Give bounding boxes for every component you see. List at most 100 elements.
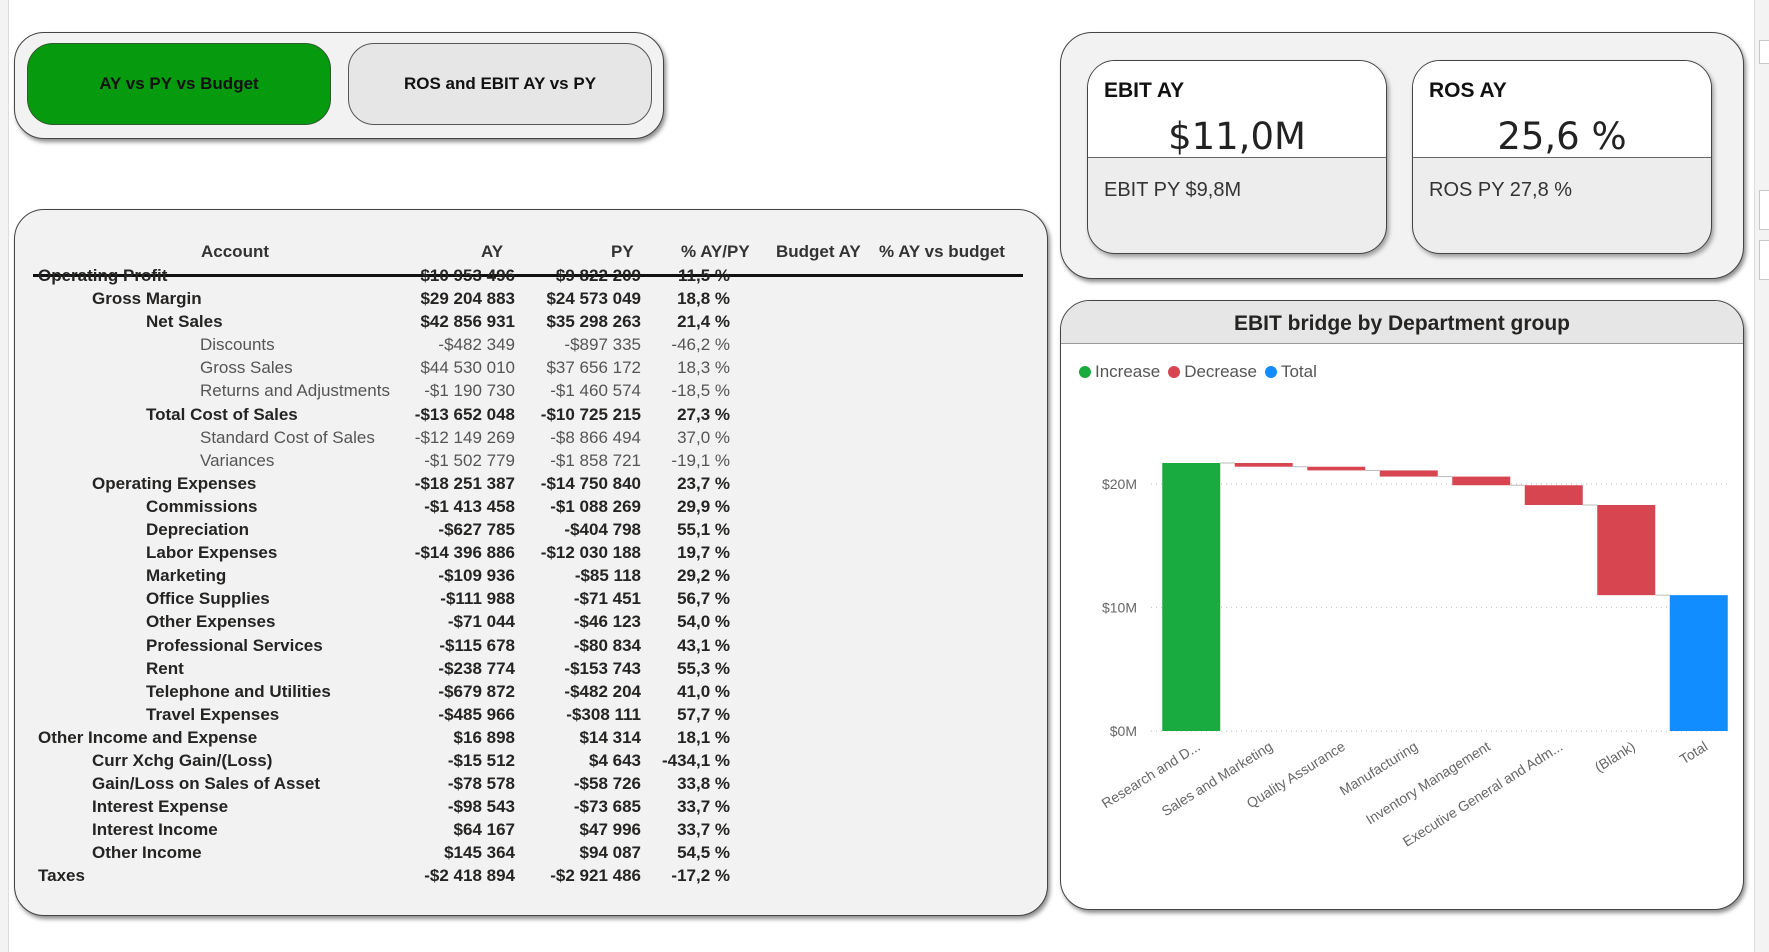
page-navigator: AY vs PY vs Budget ROS and EBIT AY vs PY: [14, 32, 664, 139]
waterfall-bar[interactable]: [1524, 485, 1583, 505]
cell-pct-ay-py: 54,0 %: [677, 612, 730, 632]
cell-pct-ay-py: 33,7 %: [677, 820, 730, 840]
nav-button-ros-ebit[interactable]: ROS and EBIT AY vs PY: [348, 43, 652, 125]
cell-account: Operating Profit: [38, 266, 168, 285]
table-row[interactable]: Telephone and Utilities -$679 872 -$482 20…: [33, 682, 1023, 705]
panel-control[interactable]: [1759, 240, 1769, 280]
cell-py: $24 573 049: [546, 289, 641, 309]
cell-ay: -$18 251 387: [414, 473, 515, 493]
kpi-top: EBIT AY $11,0M: [1088, 61, 1386, 158]
kpi-subtitle: ROS PY 27,8 %: [1429, 179, 1573, 201]
cell-pct-ay-py: 55,3 %: [677, 658, 730, 678]
column-header-pct-ay-py[interactable]: % AY/PY: [681, 242, 750, 262]
kpi-title: ROS AY: [1429, 79, 1507, 102]
cell-py: -$73 685: [573, 797, 641, 817]
waterfall-bar[interactable]: [1307, 466, 1366, 471]
chart-legend: Increase Decrease Total: [1079, 362, 1317, 382]
table-row[interactable]: Gross Margin $29 204 883 $24 573 049 18,8 %: [33, 289, 1023, 312]
table-row[interactable]: Operating Profit $10 953 496 $9 822 209 11,…: [33, 266, 1023, 289]
cell-ay: -$238 774: [438, 658, 515, 678]
table-row[interactable]: Commissions -$1 413 458 -$1 088 269 29,9 %: [33, 497, 1023, 520]
cell-pct-ay-py: 54,5 %: [677, 843, 730, 863]
cell-account: Other Income and Expense: [38, 727, 258, 747]
cell-pct-ay-py: 27,3 %: [677, 404, 730, 424]
cell-account: Labor Expenses: [146, 543, 278, 563]
table-row[interactable]: Labor Expenses -$14 396 886 -$12 030 188 19…: [33, 543, 1023, 566]
legend-item[interactable]: Total: [1264, 362, 1317, 382]
cell-py: -$2 921 486: [550, 866, 641, 886]
waterfall-bar[interactable]: [1234, 463, 1293, 467]
column-header-account[interactable]: Account: [201, 242, 269, 262]
table-row[interactable]: Depreciation -$627 785 -$404 798 55,1 %: [33, 520, 1023, 543]
waterfall-bar[interactable]: [1669, 595, 1728, 731]
cell-py: -$8 866 494: [550, 427, 641, 447]
table-row[interactable]: Other Income $145 364 $94 087 54,5 %: [33, 843, 1023, 866]
table-row[interactable]: Curr Xchg Gain/(Loss) -$15 512 $4 643 -434,…: [33, 751, 1023, 774]
table-row[interactable]: Taxes -$2 418 894 -$2 921 486 -17,2 %: [33, 866, 1023, 889]
kpi-container: EBIT AY $11,0M EBIT PY $9,8M ROS AY 25,6…: [1060, 32, 1744, 279]
table-row[interactable]: Gain/Loss on Sales of Asset -$78 578 -$58 …: [33, 774, 1023, 797]
x-category-label: Inventory Management: [1363, 738, 1493, 828]
waterfall-bar[interactable]: [1452, 476, 1511, 486]
cell-pct-ay-py: 33,8 %: [677, 774, 730, 794]
legend-item[interactable]: Increase: [1079, 362, 1160, 382]
matrix-body: Operating Profit $10 953 496 $9 822 209 11,…: [33, 266, 1023, 890]
column-header-budget-ay[interactable]: Budget AY: [776, 242, 861, 262]
cell-py: $4 643: [589, 750, 641, 770]
cell-ay: -$71 044: [447, 612, 515, 632]
kpi-subtitle: EBIT PY $9,8M: [1104, 179, 1242, 201]
table-row[interactable]: Other Expenses -$71 044 -$46 123 54,0 %: [33, 612, 1023, 635]
cell-account: Interest Income: [92, 820, 218, 840]
cell-py: $35 298 263: [546, 312, 641, 332]
table-row[interactable]: Gross Sales $44 530 010 $37 656 172 18,3 %: [33, 358, 1023, 381]
cell-account: Depreciation: [146, 520, 249, 540]
cell-pct-ay-py: 19,7 %: [677, 543, 730, 563]
cell-pct-ay-py: 18,1 %: [677, 727, 730, 747]
table-row[interactable]: Professional Services -$115 678 -$80 834 43…: [33, 636, 1023, 659]
table-row[interactable]: Standard Cost of Sales -$12 149 269 -$8 86…: [33, 428, 1023, 451]
cell-pct-ay-py: 18,3 %: [677, 358, 730, 378]
column-header-ay[interactable]: AY: [481, 242, 503, 262]
legend-label: Decrease: [1184, 362, 1257, 381]
table-row[interactable]: Rent -$238 774 -$153 743 55,3 %: [33, 659, 1023, 682]
legend-label: Increase: [1095, 362, 1161, 381]
column-header-pct-ay-budget[interactable]: % AY vs budget: [879, 242, 1005, 262]
cell-pct-ay-py: 43,1 %: [677, 635, 730, 655]
cell-ay: -$98 543: [447, 797, 515, 817]
cell-account: Rent: [146, 658, 184, 678]
cell-pct-ay-py: 41,0 %: [677, 681, 730, 701]
cell-account: Total Cost of Sales: [146, 404, 298, 424]
waterfall-bar[interactable]: [1162, 463, 1221, 731]
table-row[interactable]: Travel Expenses -$485 966 -$308 111 57,7 %: [33, 705, 1023, 728]
cell-ay: -$1 190 730: [424, 381, 515, 401]
table-row[interactable]: Net Sales $42 856 931 $35 298 263 21,4 %: [33, 312, 1023, 335]
cell-py: -$58 726: [573, 774, 641, 794]
table-row[interactable]: Operating Expenses -$18 251 387 -$14 750 8…: [33, 474, 1023, 497]
table-row[interactable]: Variances -$1 502 779 -$1 858 721 -19,1 %: [33, 451, 1023, 474]
table-row[interactable]: Discounts -$482 349 -$897 335 -46,2 %: [33, 335, 1023, 358]
cell-py: -$482 204: [564, 681, 641, 701]
x-category-label: (Blank): [1592, 738, 1638, 775]
table-row[interactable]: Total Cost of Sales -$13 652 048 -$10 725 …: [33, 405, 1023, 428]
waterfall-bar[interactable]: [1597, 504, 1656, 596]
nav-button-ay-py-budget[interactable]: AY vs PY vs Budget: [27, 43, 331, 125]
cell-py: -$71 451: [573, 589, 641, 609]
table-row[interactable]: Interest Expense -$98 543 -$73 685 33,7 %: [33, 797, 1023, 820]
table-row[interactable]: Office Supplies -$111 988 -$71 451 56,7 %: [33, 589, 1023, 612]
cell-account: Professional Services: [146, 635, 323, 655]
panel-control[interactable]: [1759, 190, 1769, 230]
legend-item[interactable]: Decrease: [1168, 362, 1257, 382]
table-row[interactable]: Marketing -$109 936 -$85 118 29,2 %: [33, 566, 1023, 589]
waterfall-chart[interactable]: $0M$10M$20MResearch and D...Sales and Ma…: [1061, 301, 1743, 909]
ebit-bridge-chart-card: $0M $10M $20M Research and D... Sales and Ma…: [1060, 300, 1744, 910]
cell-account: Taxes: [38, 866, 85, 886]
column-header-py[interactable]: PY: [611, 242, 634, 262]
waterfall-bar[interactable]: [1379, 470, 1438, 477]
table-row[interactable]: Interest Income $64 167 $47 996 33,7 %: [33, 820, 1023, 843]
cell-ay: -$78 578: [447, 774, 515, 794]
kpi-value: $11,0M: [1168, 115, 1306, 158]
table-row[interactable]: Other Income and Expense $16 898 $14 314 18…: [33, 728, 1023, 751]
panel-control[interactable]: [1759, 40, 1769, 64]
table-row[interactable]: Returns and Adjustments -$1 190 730 -$1 46…: [33, 381, 1023, 404]
account-matrix-card: Account AY PY % AY/PY Budget AY % AY vs …: [14, 209, 1048, 916]
